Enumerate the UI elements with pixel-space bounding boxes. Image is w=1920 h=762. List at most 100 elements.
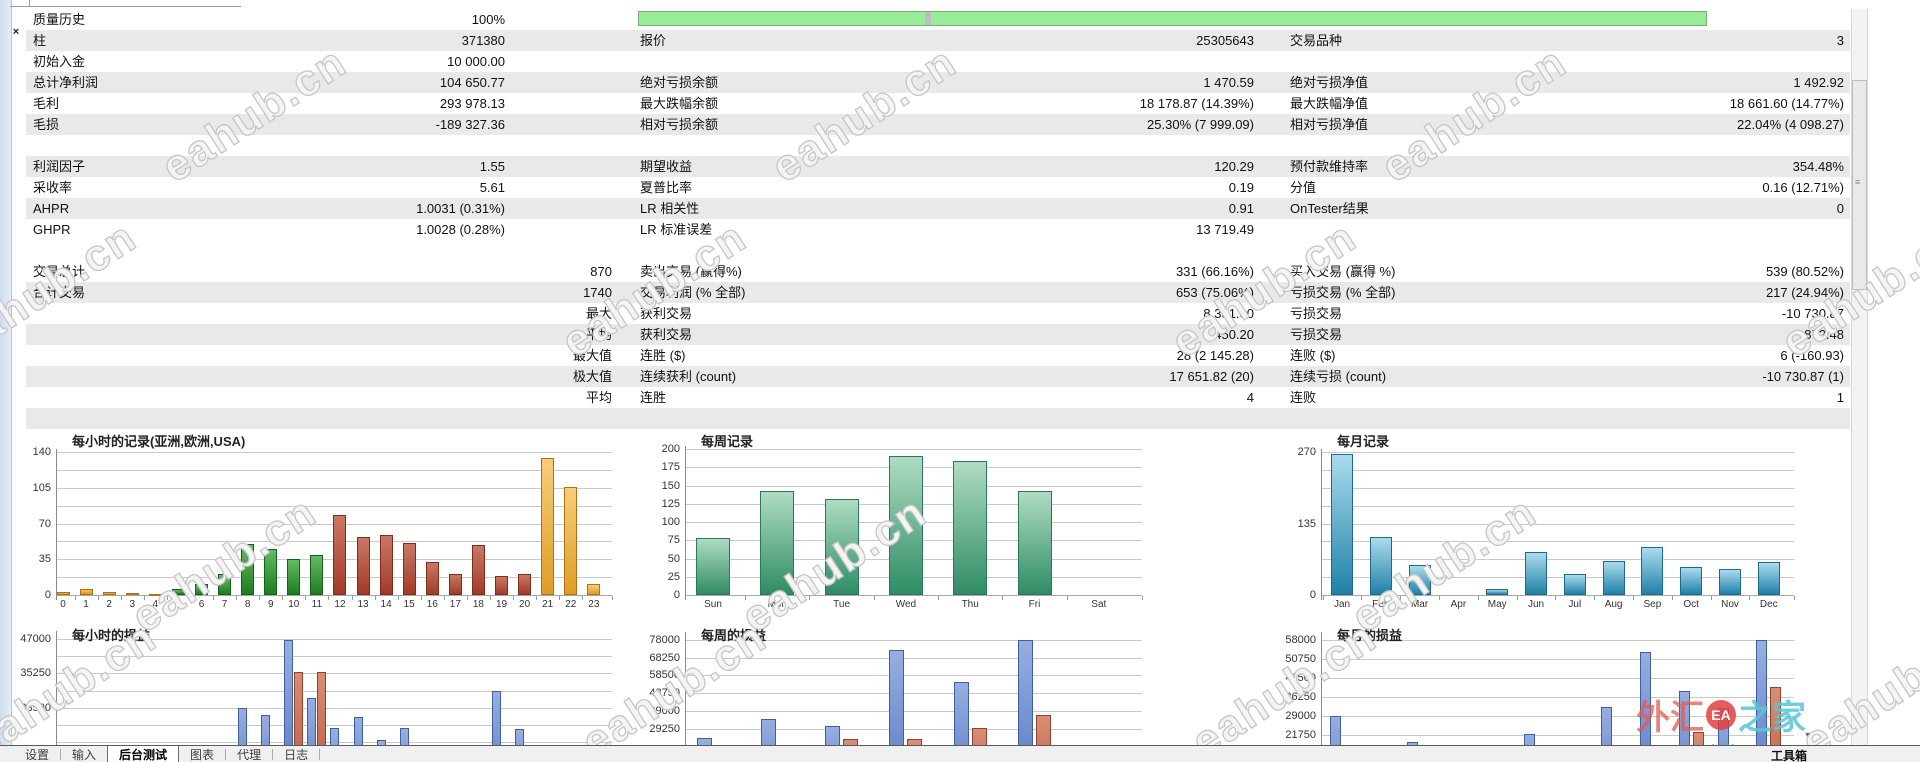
stat-label: OnTester结果 bbox=[1290, 201, 1369, 216]
gridline bbox=[686, 693, 1142, 695]
stat-label: GHPR bbox=[33, 222, 71, 237]
tab-separator bbox=[319, 748, 321, 760]
bar bbox=[284, 639, 294, 745]
bar bbox=[1641, 546, 1664, 595]
bar bbox=[1770, 687, 1782, 745]
x-tick bbox=[466, 596, 468, 600]
stat-value: 8 381.00 bbox=[1203, 306, 1254, 321]
stat-value: 极大值 bbox=[572, 369, 612, 384]
gridline bbox=[1322, 452, 1794, 453]
bar bbox=[425, 562, 439, 595]
y-tick-label: 78000 bbox=[649, 634, 680, 646]
gridline bbox=[686, 657, 1142, 659]
y-tick-label: 150 bbox=[661, 479, 680, 492]
bar bbox=[171, 588, 185, 595]
stat-value: 5.61 bbox=[479, 180, 505, 195]
bar bbox=[218, 573, 232, 595]
stat-value: 22.04% (4 098.27) bbox=[1737, 117, 1844, 132]
x-tick bbox=[1361, 596, 1363, 600]
x-tick-label: Jun bbox=[1527, 599, 1545, 610]
stat-label: 期望收益 bbox=[640, 159, 693, 174]
bar bbox=[760, 719, 776, 745]
gridline bbox=[1322, 487, 1794, 489]
table-row: 采收率 5.61 夏普比率 0.19 分值 0.16 (12.71%) bbox=[26, 177, 1850, 198]
x-tick bbox=[120, 596, 122, 600]
stat-value: 104 650.77 bbox=[439, 75, 505, 90]
y-axis bbox=[56, 631, 57, 745]
tab-agents[interactable]: 代理 bbox=[226, 746, 272, 762]
bar bbox=[564, 486, 578, 595]
bar bbox=[889, 650, 905, 745]
x-tick bbox=[513, 596, 515, 600]
scroll-down-arrow-icon[interactable]: ▼ bbox=[1800, 727, 1816, 743]
x-tick bbox=[1633, 596, 1634, 600]
table-row: 极大值 连续获利 (count) 17 651.82 (20) 连续亏损 (count… bbox=[26, 366, 1850, 387]
gridline bbox=[57, 690, 612, 692]
bar bbox=[353, 717, 363, 745]
gridline bbox=[686, 710, 1142, 712]
stat-label: 夏普比率 bbox=[640, 180, 693, 195]
bar bbox=[1717, 708, 1729, 745]
x-tick-label: Aug bbox=[1604, 599, 1623, 610]
stat-value: 28 (2 145.28) bbox=[1176, 348, 1254, 363]
bar bbox=[541, 458, 555, 595]
gridline bbox=[57, 505, 612, 507]
bar bbox=[238, 708, 248, 745]
tab-backtest[interactable]: 后台测试 bbox=[107, 746, 180, 762]
stat-label: 相对亏损余额 bbox=[640, 117, 719, 132]
stat-value: -872.48 bbox=[1799, 327, 1844, 342]
x-tick bbox=[1066, 596, 1068, 600]
gridline bbox=[686, 449, 1142, 450]
stat-value: 539 (80.52%) bbox=[1765, 264, 1844, 279]
stat-value: 217 (24.94%) bbox=[1765, 285, 1844, 300]
stat-value: -10 730.87 (1) bbox=[1762, 369, 1844, 384]
y-tick-label: 29250 bbox=[649, 722, 680, 735]
stat-value: 最大值 bbox=[572, 348, 612, 363]
y-tick-label: 21750 bbox=[1285, 729, 1316, 741]
gridline bbox=[1322, 559, 1794, 561]
bar bbox=[1678, 691, 1690, 745]
x-tick bbox=[420, 596, 422, 600]
bar bbox=[194, 583, 208, 595]
table-row: 交易总计 870 卖出交易 (赢得%) 331 (66.16%) 买入交易 (赢得 %)… bbox=[26, 261, 1850, 282]
bar bbox=[1680, 567, 1703, 595]
table-row: AHPR 1.0031 (0.31%) LR 相关性 0.91 OnTester结果 0 bbox=[26, 198, 1850, 219]
x-tick bbox=[236, 596, 238, 600]
x-tick bbox=[143, 596, 145, 600]
table-row: 合计交易 1740 交易利润 (% 全部) 653 (75.06%) 亏损交易 (% 全… bbox=[26, 282, 1850, 303]
gridline bbox=[1322, 678, 1794, 679]
bar bbox=[148, 593, 162, 596]
y-tick-label: 29000 bbox=[1285, 710, 1316, 722]
tab-inputs[interactable]: 输入 bbox=[61, 746, 107, 762]
y-tick-label: 270 bbox=[1297, 446, 1316, 458]
bar bbox=[264, 549, 278, 595]
bar bbox=[310, 555, 324, 595]
close-icon[interactable]: × bbox=[9, 25, 23, 39]
stat-label: 初始入金 bbox=[33, 54, 86, 69]
stat-label: 交易品种 bbox=[1290, 33, 1343, 48]
top-divider-tick bbox=[29, 0, 30, 6]
tab-graph[interactable]: 图表 bbox=[179, 746, 225, 762]
bar bbox=[1017, 490, 1052, 595]
y-axis bbox=[1321, 632, 1322, 745]
stat-label: 连胜 ($) bbox=[640, 348, 686, 363]
bar bbox=[471, 544, 485, 595]
stat-value: 331 (66.16%) bbox=[1175, 264, 1254, 279]
x-tick-label: Nov bbox=[1721, 599, 1739, 610]
stat-value: 450.20 bbox=[1214, 327, 1254, 342]
gridline bbox=[57, 656, 612, 658]
gridline bbox=[686, 728, 1142, 730]
bar bbox=[696, 538, 730, 595]
tab-journal[interactable]: 日志 bbox=[273, 746, 319, 762]
tab-settings[interactable]: 设置 bbox=[14, 746, 60, 762]
gridline bbox=[1322, 523, 1794, 525]
gridline bbox=[1322, 541, 1794, 543]
gridline bbox=[57, 487, 612, 489]
stat-label: 获利交易 bbox=[640, 327, 693, 342]
bar bbox=[1719, 569, 1741, 595]
progress-notch bbox=[925, 12, 931, 25]
bar bbox=[1036, 715, 1051, 745]
table-row: 平均 获利交易 450.20 亏损交易 -872.48 bbox=[26, 324, 1850, 345]
x-tick bbox=[328, 596, 330, 600]
bar bbox=[402, 542, 416, 595]
